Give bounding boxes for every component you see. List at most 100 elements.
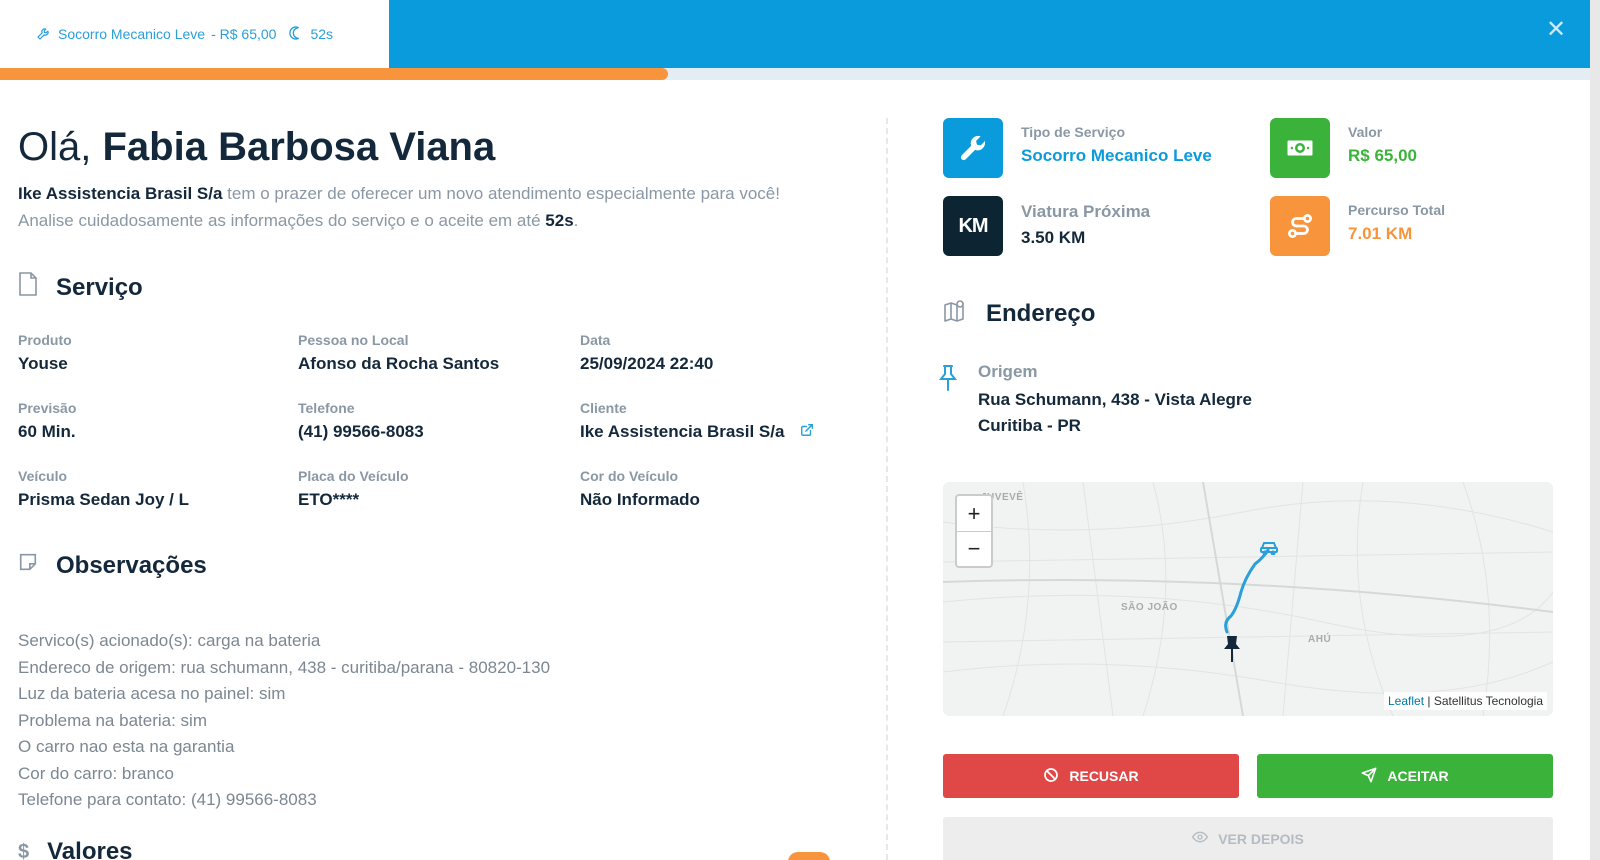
field-label: Veículo — [18, 468, 68, 484]
origin-label: Origem — [978, 362, 1038, 381]
origin-line-1: Rua Schumann, 438 - Vista Alegre — [978, 390, 1252, 409]
view-later-button[interactable]: VER DEPOIS — [943, 817, 1553, 860]
map-tiles — [943, 482, 1553, 716]
servico-title: Serviço — [56, 273, 143, 301]
field-placa: Placa do Veículo ETO**** — [298, 468, 409, 510]
field-value: Prisma Sedan Joy / L — [18, 490, 190, 509]
origin-address: Origem Rua Schumann, 438 - Vista Alegre … — [936, 362, 1252, 436]
greeting-prefix: Olá, — [18, 125, 92, 169]
observacoes-text: Servico(s) acionado(s): carga na bateria… — [18, 628, 550, 814]
send-icon — [1361, 767, 1377, 786]
pin-icon — [936, 362, 960, 436]
column-divider — [886, 118, 888, 860]
field-label: Cor do Veículo — [580, 468, 679, 484]
attribution-text: | Satellitus Tecnologia — [1424, 694, 1543, 708]
observacoes-section-title: Observações — [18, 550, 207, 581]
intro-period: . — [573, 211, 579, 230]
map-icon — [942, 296, 970, 331]
origin-marker-icon[interactable] — [1221, 634, 1243, 669]
field-produto: Produto Youse — [18, 332, 72, 374]
field-value: Não Informado — [580, 490, 700, 509]
intro-timer: 52s — [545, 211, 574, 230]
card-label: Percurso Total — [1348, 202, 1445, 218]
obs-line: Problema na bateria: sim — [18, 710, 207, 730]
valores-section-title: $ Valores — [18, 838, 133, 860]
scrollbar[interactable] — [1590, 0, 1600, 860]
valores-title: Valores — [47, 838, 133, 860]
accept-button[interactable]: ACEITAR — [1257, 754, 1553, 798]
intro-line2: Analise cuidadosamente as informações do… — [18, 211, 546, 230]
field-label: Produto — [18, 332, 72, 348]
dollar-icon: $ — [18, 840, 30, 860]
refuse-button[interactable]: RECUSAR — [943, 754, 1239, 798]
field-label: Cliente — [580, 400, 627, 416]
field-value: (41) 99566-8083 — [298, 422, 424, 441]
obs-line: Cor do carro: branco — [18, 763, 174, 783]
card-value: 3.50 KM — [1021, 228, 1086, 247]
moon-icon — [288, 25, 304, 44]
field-cliente: Cliente Ike Assistencia Brasil S/a — [580, 400, 814, 442]
card-value: 7.01 KM — [1348, 224, 1413, 243]
field-label: Pessoa no Local — [298, 332, 409, 348]
field-label: Telefone — [298, 400, 355, 416]
intro-company: Ike Assistencia Brasil S/a — [18, 184, 223, 203]
card-tipo-servico: Tipo de Serviço Socorro Mecanico Leve — [943, 118, 1212, 178]
field-data: Data 25/09/2024 22:40 — [580, 332, 713, 374]
origin-line-2: Curitiba - PR — [978, 416, 1081, 435]
field-value: Youse — [18, 354, 68, 373]
field-value: 60 Min. — [18, 422, 76, 441]
close-icon[interactable]: ✕ — [1542, 16, 1570, 44]
valores-badge[interactable] — [788, 852, 830, 860]
card-viatura-proxima: KM Viatura Próxima 3.50 KM — [943, 196, 1150, 256]
map-label: SÃO JOÃO — [1121, 602, 1178, 613]
field-cor: Cor do Veículo Não Informado — [580, 468, 700, 510]
obs-line: Servico(s) acionado(s): carga na bateria — [18, 631, 321, 650]
obs-line: O carro nao esta na garantia — [18, 737, 235, 756]
obs-line: Luz da bateria acesa no painel: sim — [18, 684, 286, 703]
field-value: 25/09/2024 22:40 — [580, 354, 714, 373]
card-label: Tipo de Serviço — [1021, 124, 1125, 140]
map-label: AHÚ — [1308, 634, 1332, 645]
zoom-in-button[interactable]: + — [957, 496, 991, 531]
card-valor: Valor R$ 65,00 — [1270, 118, 1417, 178]
timer-progress-fill — [0, 68, 668, 80]
note-icon — [18, 550, 38, 581]
card-label: Valor — [1348, 124, 1383, 140]
leaflet-link[interactable]: Leaflet — [1388, 694, 1424, 708]
card-value: Socorro Mecanico Leve — [1021, 146, 1212, 165]
wrench-icon — [36, 25, 52, 44]
field-pessoa-no-local: Pessoa no Local Afonso da Rocha Santos — [298, 332, 499, 374]
money-icon — [1270, 118, 1330, 178]
eye-icon — [1192, 829, 1209, 848]
card-label: Viatura Próxima — [1021, 202, 1151, 221]
field-value: ETO**** — [298, 490, 360, 509]
field-veiculo: Veículo Prisma Sedan Joy / L — [18, 468, 189, 510]
car-icon[interactable] — [1259, 539, 1279, 560]
view-later-label: VER DEPOIS — [1218, 830, 1304, 847]
offer-tab[interactable]: Socorro Mecanico Leve - R$ 65,00 52s — [0, 0, 389, 68]
tab-service-name: Socorro Mecanico Leve — [58, 26, 206, 42]
external-link-icon[interactable] — [800, 422, 814, 442]
refuse-label: RECUSAR — [1069, 768, 1139, 784]
zoom-control: + − — [955, 494, 993, 568]
endereco-title: Endereço — [986, 299, 1096, 327]
card-percurso-total: Percurso Total 7.01 KM — [1270, 196, 1445, 256]
field-label: Data — [580, 332, 611, 348]
obs-line: Telefone para contato: (41) 99566-8083 — [18, 790, 317, 809]
ban-icon — [1043, 767, 1059, 786]
card-value: R$ 65,00 — [1348, 146, 1417, 165]
wrench-icon — [943, 118, 1003, 178]
field-label: Previsão — [18, 400, 77, 416]
field-value: Afonso da Rocha Santos — [298, 354, 500, 373]
greeting: Olá, Fabia Barbosa Viana — [18, 125, 495, 170]
route-map[interactable]: JUVEVÊ SÃO JOÃO AHÚ + − Leaflet | Satell… — [943, 482, 1553, 716]
endereco-section-title: Endereço — [942, 296, 1095, 331]
field-label: Placa do Veículo — [298, 468, 409, 484]
field-telefone: Telefone (41) 99566-8083 — [298, 400, 424, 442]
greeting-name: Fabia Barbosa Viana — [102, 125, 496, 169]
zoom-out-button[interactable]: − — [957, 531, 991, 566]
modal-header: Socorro Mecanico Leve - R$ 65,00 52s ✕ — [0, 0, 1590, 68]
document-icon — [18, 272, 38, 303]
observacoes-title: Observações — [56, 551, 207, 579]
tab-timer: 52s — [310, 26, 334, 42]
